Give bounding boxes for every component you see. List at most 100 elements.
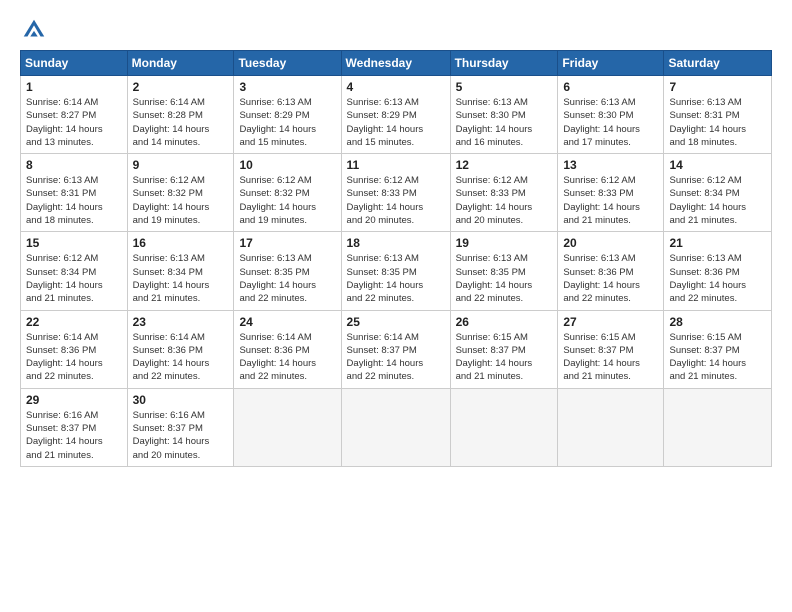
calendar-cell: 15 Sunrise: 6:12 AM Sunset: 8:34 PM Dayli… [21,232,128,310]
day-number: 10 [239,158,335,172]
day-number: 14 [669,158,766,172]
calendar-cell: 29 Sunrise: 6:16 AM Sunset: 8:37 PM Dayli… [21,388,128,466]
calendar-cell [558,388,664,466]
calendar-cell: 27 Sunrise: 6:15 AM Sunset: 8:37 PM Dayli… [558,310,664,388]
day-info: Sunrise: 6:15 AM Sunset: 8:37 PM Dayligh… [563,331,658,384]
calendar-cell: 11 Sunrise: 6:12 AM Sunset: 8:33 PM Dayli… [341,154,450,232]
calendar-week-2: 8Sunrise: 6:13 AM Sunset: 8:31 PM Daylig… [21,154,772,232]
day-number: 6 [563,80,658,94]
day-info: Sunrise: 6:16 AM Sunset: 8:37 PM Dayligh… [26,409,122,462]
day-info: Sunrise: 6:14 AM Sunset: 8:28 PM Dayligh… [133,96,229,149]
day-number: 13 [563,158,658,172]
calendar-cell: 25 Sunrise: 6:14 AM Sunset: 8:37 PM Dayli… [341,310,450,388]
calendar-week-5: 29 Sunrise: 6:16 AM Sunset: 8:37 PM Dayli… [21,388,772,466]
day-info: Sunrise: 6:14 AM Sunset: 8:27 PM Dayligh… [26,96,122,149]
day-info: Sunrise: 6:13 AM Sunset: 8:31 PM Dayligh… [669,96,766,149]
day-number: 2 [133,80,229,94]
day-info: Sunrise: 6:13 AM Sunset: 8:30 PM Dayligh… [456,96,553,149]
day-number: 4 [347,80,445,94]
day-info: Sunrise: 6:12 AM Sunset: 8:34 PM Dayligh… [26,252,122,305]
calendar-cell: 10 Sunrise: 6:12 AM Sunset: 8:32 PM Dayli… [234,154,341,232]
calendar-cell [234,388,341,466]
logo-icon [20,16,48,44]
calendar-cell: 6 Sunrise: 6:13 AM Sunset: 8:30 PM Daylig… [558,76,664,154]
day-number: 9 [133,158,229,172]
day-info: Sunrise: 6:13 AM Sunset: 8:35 PM Dayligh… [456,252,553,305]
weekday-header-monday: Monday [127,51,234,76]
header [20,16,772,44]
day-number: 8 [26,158,122,172]
day-info: Sunrise: 6:12 AM Sunset: 8:32 PM Dayligh… [133,174,229,227]
day-number: 27 [563,315,658,329]
day-number: 28 [669,315,766,329]
calendar-cell [450,388,558,466]
weekday-header-thursday: Thursday [450,51,558,76]
calendar-cell: 16Sunrise: 6:13 AM Sunset: 8:34 PM Dayli… [127,232,234,310]
day-number: 1 [26,80,122,94]
day-number: 23 [133,315,229,329]
calendar-cell: 19 Sunrise: 6:13 AM Sunset: 8:35 PM Dayli… [450,232,558,310]
day-info: Sunrise: 6:12 AM Sunset: 8:32 PM Dayligh… [239,174,335,227]
calendar-cell: 24 Sunrise: 6:14 AM Sunset: 8:36 PM Dayli… [234,310,341,388]
calendar-cell: 9 Sunrise: 6:12 AM Sunset: 8:32 PM Daylig… [127,154,234,232]
day-info: Sunrise: 6:14 AM Sunset: 8:36 PM Dayligh… [133,331,229,384]
calendar-cell: 26 Sunrise: 6:15 AM Sunset: 8:37 PM Dayli… [450,310,558,388]
calendar-cell [341,388,450,466]
day-number: 7 [669,80,766,94]
day-info: Sunrise: 6:14 AM Sunset: 8:36 PM Dayligh… [239,331,335,384]
day-number: 5 [456,80,553,94]
day-number: 22 [26,315,122,329]
weekday-header-sunday: Sunday [21,51,128,76]
logo [20,16,52,44]
calendar-cell: 21 Sunrise: 6:13 AM Sunset: 8:36 PM Dayli… [664,232,772,310]
day-number: 30 [133,393,229,407]
calendar-cell: 5 Sunrise: 6:13 AM Sunset: 8:30 PM Daylig… [450,76,558,154]
day-number: 21 [669,236,766,250]
day-info: Sunrise: 6:12 AM Sunset: 8:33 PM Dayligh… [563,174,658,227]
day-info: Sunrise: 6:15 AM Sunset: 8:37 PM Dayligh… [456,331,553,384]
calendar-cell: 18Sunrise: 6:13 AM Sunset: 8:35 PM Dayli… [341,232,450,310]
calendar-cell: 28 Sunrise: 6:15 AM Sunset: 8:37 PM Dayli… [664,310,772,388]
day-info: Sunrise: 6:13 AM Sunset: 8:36 PM Dayligh… [563,252,658,305]
day-number: 12 [456,158,553,172]
day-number: 18 [347,236,445,250]
calendar-week-3: 15 Sunrise: 6:12 AM Sunset: 8:34 PM Dayli… [21,232,772,310]
day-info: Sunrise: 6:12 AM Sunset: 8:33 PM Dayligh… [347,174,445,227]
calendar-table: SundayMondayTuesdayWednesdayThursdayFrid… [20,50,772,467]
calendar-cell: 22 Sunrise: 6:14 AM Sunset: 8:36 PM Dayli… [21,310,128,388]
weekday-header-saturday: Saturday [664,51,772,76]
day-number: 15 [26,236,122,250]
day-number: 24 [239,315,335,329]
day-number: 3 [239,80,335,94]
calendar-cell: 13 Sunrise: 6:12 AM Sunset: 8:33 PM Dayli… [558,154,664,232]
day-info: Sunrise: 6:13 AM Sunset: 8:36 PM Dayligh… [669,252,766,305]
calendar-week-1: 1 Sunrise: 6:14 AM Sunset: 8:27 PM Daylig… [21,76,772,154]
calendar-cell: 2 Sunrise: 6:14 AM Sunset: 8:28 PM Daylig… [127,76,234,154]
calendar-week-4: 22 Sunrise: 6:14 AM Sunset: 8:36 PM Dayli… [21,310,772,388]
weekday-header-friday: Friday [558,51,664,76]
calendar-page: SundayMondayTuesdayWednesdayThursdayFrid… [0,0,792,612]
day-number: 29 [26,393,122,407]
day-info: Sunrise: 6:15 AM Sunset: 8:37 PM Dayligh… [669,331,766,384]
day-number: 25 [347,315,445,329]
day-info: Sunrise: 6:14 AM Sunset: 8:37 PM Dayligh… [347,331,445,384]
weekday-header-tuesday: Tuesday [234,51,341,76]
calendar-cell: 14Sunrise: 6:12 AM Sunset: 8:34 PM Dayli… [664,154,772,232]
calendar-cell: 30 Sunrise: 6:16 AM Sunset: 8:37 PM Dayli… [127,388,234,466]
day-number: 26 [456,315,553,329]
calendar-cell: 7 Sunrise: 6:13 AM Sunset: 8:31 PM Daylig… [664,76,772,154]
day-info: Sunrise: 6:16 AM Sunset: 8:37 PM Dayligh… [133,409,229,462]
day-number: 20 [563,236,658,250]
calendar-cell: 4 Sunrise: 6:13 AM Sunset: 8:29 PM Daylig… [341,76,450,154]
day-info: Sunrise: 6:12 AM Sunset: 8:33 PM Dayligh… [456,174,553,227]
day-info: Sunrise: 6:13 AM Sunset: 8:30 PM Dayligh… [563,96,658,149]
day-number: 11 [347,158,445,172]
day-info: Sunrise: 6:13 AM Sunset: 8:35 PM Dayligh… [239,252,335,305]
calendar-cell: 1 Sunrise: 6:14 AM Sunset: 8:27 PM Daylig… [21,76,128,154]
day-number: 19 [456,236,553,250]
day-info: Sunrise: 6:13 AM Sunset: 8:34 PM Dayligh… [133,252,229,305]
day-info: Sunrise: 6:13 AM Sunset: 8:29 PM Dayligh… [347,96,445,149]
calendar-cell: 8Sunrise: 6:13 AM Sunset: 8:31 PM Daylig… [21,154,128,232]
day-info: Sunrise: 6:14 AM Sunset: 8:36 PM Dayligh… [26,331,122,384]
weekday-header-wednesday: Wednesday [341,51,450,76]
